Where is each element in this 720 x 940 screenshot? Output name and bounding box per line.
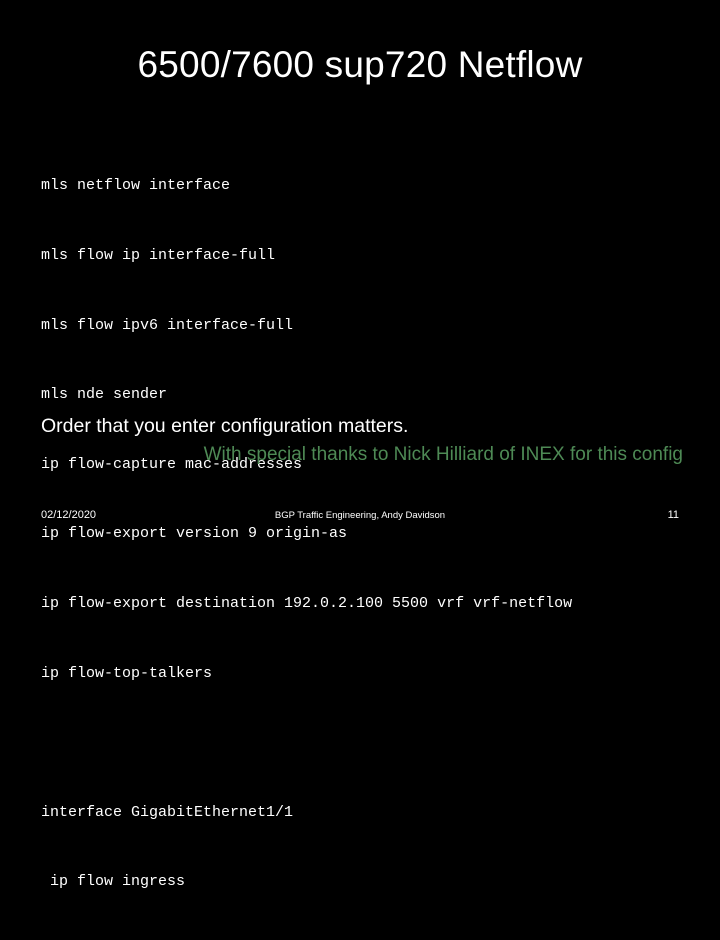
footer-page-number: 11 [667,509,679,521]
code-line: mls netflow interface [41,177,231,195]
slide-footer: 02/12/2020 BGP Traffic Engineering, Andy… [0,506,720,526]
note-credit: With special thanks to Nick Hilliard of … [203,444,683,465]
slide-canvas: 6500/7600 sup720 Netflow mls netflow int… [0,0,720,890]
page-title: 6500/7600 sup720 Netflow [137,44,583,85]
code-line: ip flow ingress [41,873,186,891]
config-code-block: mls netflow interface mls flow ip interf… [41,128,681,940]
footer-presentation-title: BGP Traffic Engineering, Andy Davidson [274,510,446,521]
code-line: mls nde sender [41,386,168,404]
code-line: ip flow-top-talkers [41,664,213,682]
code-line: interface GigabitEthernet1/1 [41,803,294,821]
code-line: mls flow ip interface-full [41,247,276,264]
note-order-matters: Order that you enter configuration matte… [41,415,409,437]
code-line: mls flow ipv6 interface-full [41,316,294,334]
code-line: ip flow-export destination 192.0.2.100 5… [41,594,573,612]
